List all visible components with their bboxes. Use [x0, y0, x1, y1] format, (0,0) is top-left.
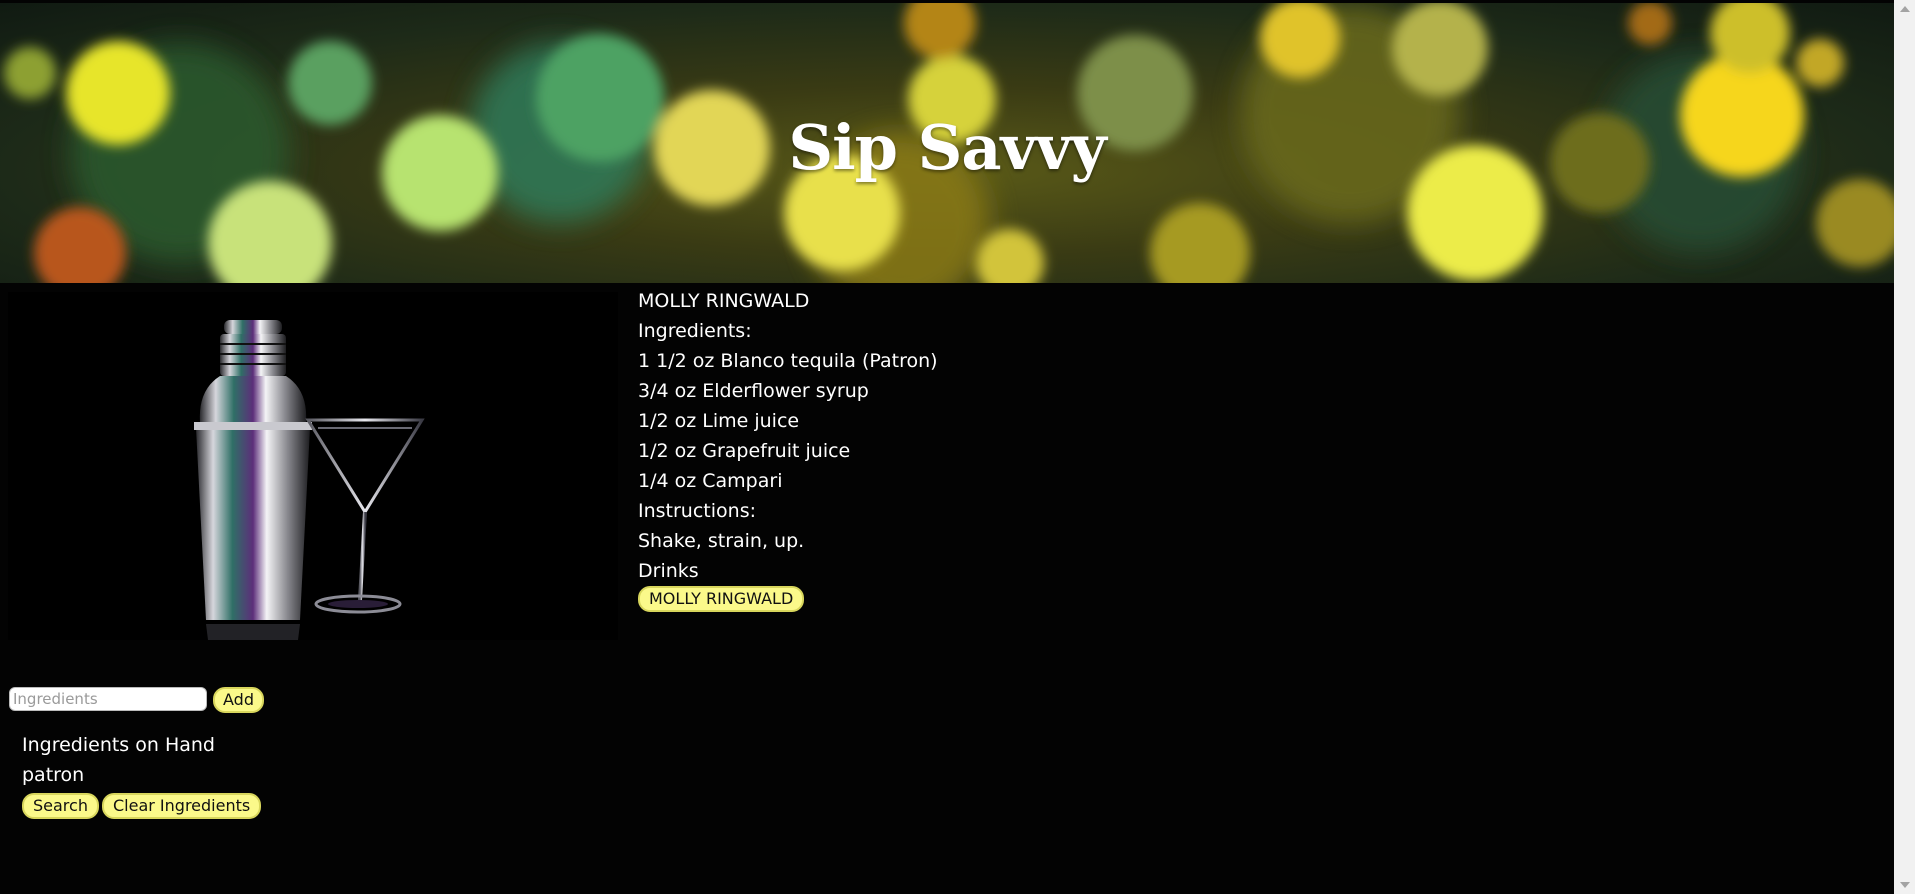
- ingredient-input[interactable]: [9, 687, 207, 711]
- add-ingredient-button[interactable]: Add: [213, 687, 264, 713]
- vertical-scrollbar[interactable]: [1894, 0, 1915, 894]
- instructions-label: Instructions:: [638, 500, 756, 522]
- scroll-down-arrow-icon[interactable]: [1900, 882, 1910, 888]
- cocktail-shaker-image: [8, 292, 618, 640]
- site-title: Sip Savvy: [788, 111, 1106, 184]
- ingredients-on-hand: Ingredients on Hand patron: [22, 730, 215, 790]
- on-hand-title: Ingredients on Hand: [22, 734, 215, 756]
- header-banner: Sip Savvy: [0, 3, 1894, 283]
- ingredient-line: 1/4 oz Campari: [638, 470, 783, 492]
- ingredient-line: 3/4 oz Elderflower syrup: [638, 380, 869, 402]
- search-button[interactable]: Search: [22, 793, 99, 819]
- instructions-text: Shake, strain, up.: [638, 530, 805, 552]
- ingredient-line: 1 1/2 oz Blanco tequila (Patron): [638, 350, 938, 372]
- scroll-up-arrow-icon[interactable]: [1900, 6, 1910, 12]
- ingredient-line: 1/2 oz Grapefruit juice: [638, 440, 851, 462]
- page-viewport: Sip Savvy MOLLY RINGWALD Ingredients: 1 …: [0, 0, 1894, 894]
- recipe-name: MOLLY RINGWALD: [638, 290, 810, 312]
- drink-result-button[interactable]: MOLLY RINGWALD: [638, 586, 805, 612]
- drinks-label: Drinks: [638, 560, 699, 582]
- on-hand-item: patron: [22, 764, 85, 786]
- ingredients-label: Ingredients:: [638, 320, 752, 342]
- ingredient-line: 1/2 oz Lime juice: [638, 410, 800, 432]
- clear-ingredients-button[interactable]: Clear Ingredients: [102, 793, 262, 819]
- recipe-details: MOLLY RINGWALD Ingredients: 1 1/2 oz Bla…: [638, 286, 938, 586]
